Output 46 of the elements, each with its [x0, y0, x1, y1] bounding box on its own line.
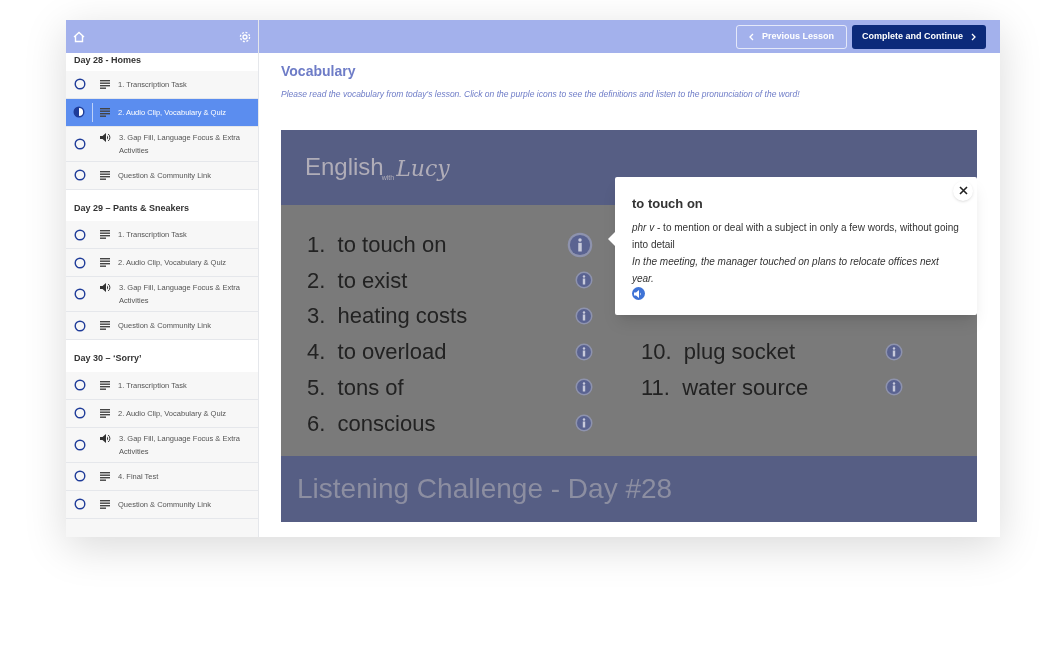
speaker-icon — [100, 283, 111, 292]
chevron-right-icon — [971, 32, 976, 41]
section-title: Day 28 - Homes — [66, 53, 258, 71]
text-lines-icon — [100, 170, 110, 180]
text-lines-icon — [100, 380, 110, 390]
info-icon[interactable] — [575, 271, 593, 290]
text-lines-icon — [100, 230, 110, 239]
vocabulary-word: 3. heating costs — [307, 302, 468, 331]
vocabulary-word: 10. plug socket — [641, 338, 796, 367]
text-lines-icon — [100, 107, 110, 117]
info-icon[interactable] — [575, 342, 593, 361]
instructions-text: Please read the vocabulary from today's lesson. Click on the purple icons to see the definitions and listen to the pronunciation of the word! — [281, 88, 801, 101]
info-icon[interactable] — [885, 342, 903, 361]
speaker-icon — [100, 433, 111, 443]
vocabulary-word: 5. tons of — [307, 373, 404, 402]
close-button[interactable] — [953, 180, 973, 201]
info-icon[interactable] — [567, 231, 593, 258]
section-title: Day 30 – ‘Sorry’ — [66, 340, 258, 372]
home-icon[interactable] — [73, 30, 85, 43]
speaker-icon — [100, 132, 111, 142]
text-lines-icon — [100, 471, 110, 481]
section-title: Day 29 – Pants & Sneakers — [66, 189, 258, 221]
vocabulary-word: 4. to overload — [307, 338, 447, 367]
text-lines-icon — [100, 321, 110, 330]
vocabulary-word: 1. to touch on — [307, 231, 447, 260]
example-sentence: In the meeting, the manager touched on plans to relocate offices next year. — [632, 255, 940, 287]
vocabulary-word: 2. to exist — [307, 266, 408, 295]
info-icon[interactable] — [575, 378, 593, 397]
play-audio-button[interactable] — [632, 287, 645, 301]
close-icon — [958, 186, 968, 196]
info-icon[interactable] — [575, 306, 593, 325]
settings-icon[interactable] — [239, 30, 251, 43]
text-lines-icon — [100, 258, 110, 267]
info-icon[interactable] — [885, 378, 903, 397]
text-lines-icon — [100, 499, 110, 509]
section-heading: Vocabulary — [281, 62, 357, 81]
chevron-left-icon — [748, 32, 754, 41]
complete-and-continue-button[interactable]: Complete and Continue — [852, 24, 986, 49]
vocabulary-word: 11. water source — [641, 373, 809, 402]
info-icon[interactable] — [575, 414, 593, 433]
definition-text: phr v - to mention or deal with a subject in only a few words, without going into detail — [632, 221, 960, 253]
text-lines-icon — [100, 408, 110, 418]
text-lines-icon — [100, 79, 110, 89]
popup-term: to touch on — [632, 194, 704, 213]
vocabulary-word: 6. conscious — [307, 409, 436, 438]
speaker-icon — [634, 289, 643, 298]
